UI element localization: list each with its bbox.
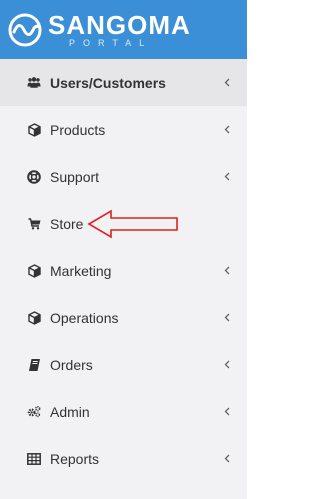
logo-subtitle: PORTAL [69,37,153,48]
annotation-arrow-icon [87,209,180,244]
chevron-left-icon [223,360,231,370]
sidebar-item-label: Products [50,121,106,138]
chevron-left-icon [223,454,231,464]
chevron-left-icon [223,266,231,276]
cart-icon [27,217,41,231]
sidebar-item-label: Marketing [50,262,112,279]
chevron-left-icon [223,125,231,135]
logo[interactable]: SANGOMA PORTAL [5,10,191,50]
sidebar-item-orders[interactable]: Orders [0,341,247,388]
sidebar-item-label: Admin [50,403,90,420]
sangoma-logo-icon [5,10,45,50]
sidebar-item-label: Operations [50,309,119,326]
sidebar-item-users-customers[interactable]: Users/Customers [0,59,247,106]
chevron-left-icon [223,78,231,88]
sidebar-menu: Users/Customers Products Support Store M… [0,59,247,482]
sidebar-item-label: Orders [50,356,93,373]
sidebar-item-label: Support [50,168,100,185]
header: SANGOMA PORTAL [0,0,247,59]
table-icon [27,452,41,466]
book-icon [27,358,41,372]
sidebar-item-label: Users/Customers [50,74,166,91]
cube-icon [27,263,41,278]
sidebar-item-products[interactable]: Products [0,106,247,153]
sidebar-item-reports[interactable]: Reports [0,435,247,482]
sidebar: SANGOMA PORTAL Users/Customers Products … [0,0,247,499]
cube-icon [27,122,41,137]
logo-brand: SANGOMA [48,9,191,40]
chevron-left-icon [223,172,231,182]
cube-icon [27,310,41,325]
sidebar-item-operations[interactable]: Operations [0,294,247,341]
chevron-left-icon [223,313,231,323]
cogs-icon [27,405,41,419]
sidebar-item-marketing[interactable]: Marketing [0,247,247,294]
sidebar-item-label: Reports [50,450,100,467]
life-ring-icon [27,169,41,184]
chevron-left-icon [223,407,231,417]
sidebar-item-support[interactable]: Support [0,153,247,200]
sidebar-item-label: Store [50,215,84,232]
users-icon [27,76,41,90]
sidebar-item-admin[interactable]: Admin [0,388,247,435]
